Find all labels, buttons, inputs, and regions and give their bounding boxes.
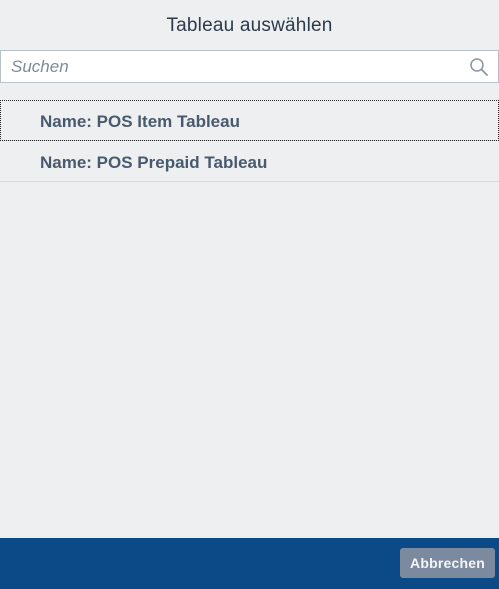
list-item-label: Name: POS Item Tableau: [40, 112, 240, 131]
list-item-label: Name: POS Prepaid Tableau: [40, 153, 268, 172]
search-icon[interactable]: [469, 57, 489, 77]
dialog-title: Tableau auswählen: [166, 15, 333, 36]
cancel-button[interactable]: Abbrechen: [400, 548, 495, 578]
dialog-footer: Abbrechen: [0, 538, 499, 589]
list-item[interactable]: Name: POS Prepaid Tableau: [0, 141, 499, 182]
search-box: [0, 50, 499, 83]
list-item[interactable]: Name: POS Item Tableau: [0, 100, 499, 141]
search-input[interactable]: [1, 51, 456, 82]
tableau-select-dialog: Tableau auswählen Name: POS Item Tableau…: [0, 0, 499, 589]
tableau-list: Name: POS Item Tableau Name: POS Prepaid…: [0, 100, 499, 182]
